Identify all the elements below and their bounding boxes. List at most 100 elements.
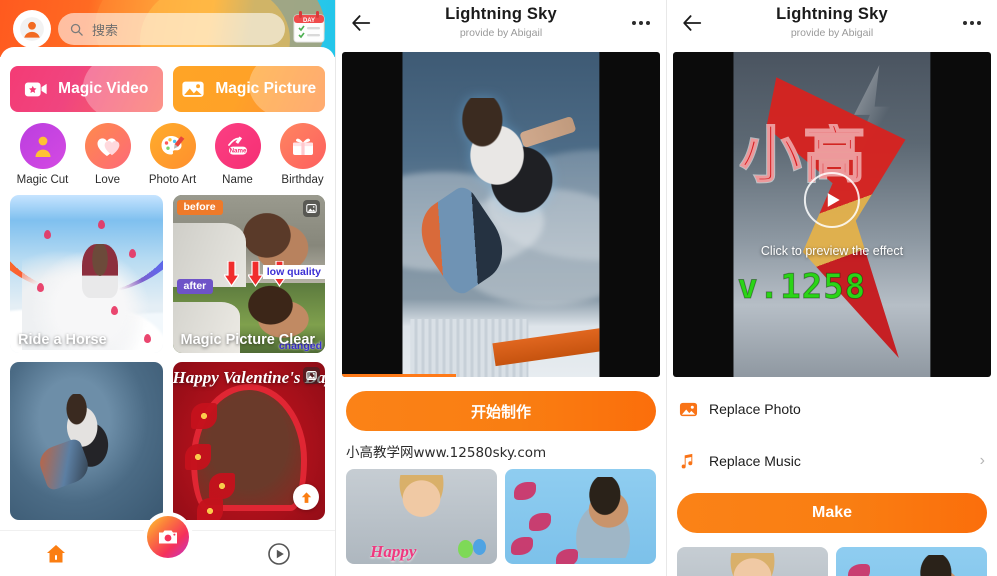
- page-title: Lightning Sky: [445, 5, 557, 23]
- template-card-valentine[interactable]: Happy Valentine's Day: [172, 362, 325, 520]
- three-screen-comparison: 搜索 DAY Magic Video Magic Picture Magic C…: [0, 0, 997, 576]
- avatar[interactable]: [13, 10, 51, 48]
- back-button[interactable]: [677, 8, 707, 38]
- row-label: Replace Photo: [709, 401, 801, 417]
- play-button[interactable]: [803, 171, 860, 228]
- quick-action-name[interactable]: Name Name: [205, 123, 270, 186]
- arrow-down-icon: [224, 261, 240, 288]
- thumbnail-happy-birthday[interactable]: [677, 547, 828, 576]
- camera-fab-button[interactable]: [142, 512, 193, 562]
- birthday-circle: [279, 123, 326, 169]
- portrait-face: [385, 474, 458, 534]
- search-icon: [70, 23, 83, 36]
- play-overlay[interactable]: Click to preview the effect: [761, 171, 903, 258]
- rider-figure: [81, 243, 119, 298]
- svg-text:DAY: DAY: [303, 18, 315, 24]
- preview-green-text: v.1258: [737, 266, 867, 307]
- back-button[interactable]: [346, 8, 376, 38]
- camera-icon: [158, 530, 177, 544]
- header-round-mask: [0, 47, 335, 57]
- quick-action-label: Love: [95, 174, 120, 186]
- feature-tiles: Magic Video Magic Picture: [10, 66, 325, 112]
- badge-before: before: [176, 200, 223, 215]
- make-button[interactable]: Make: [677, 493, 987, 533]
- tile-glow-2: [249, 66, 325, 112]
- more-options-button[interactable]: [626, 12, 656, 34]
- camera-fab-inner: [146, 516, 189, 558]
- badge-after: after: [176, 278, 214, 294]
- card-artwork: before after low quality changed: [172, 195, 325, 353]
- image-icon: [182, 81, 204, 97]
- thumbnail-happy-birthday[interactable]: Happy: [346, 469, 497, 564]
- back-arrow-icon: [352, 15, 371, 31]
- quick-action-birthday[interactable]: Birthday: [270, 123, 335, 186]
- related-thumbnails: Happy: [346, 469, 656, 564]
- hearts-icon: [96, 138, 119, 156]
- portrait-figure: [556, 476, 650, 559]
- video-camera-star-icon: [25, 82, 47, 97]
- search-placeholder: 搜索: [92, 22, 119, 38]
- image-icon: [679, 400, 698, 419]
- arrow-down-icon: [248, 261, 264, 288]
- balloon-decor: [457, 540, 473, 559]
- video-frame: [402, 52, 600, 377]
- template-card-skater[interactable]: [10, 362, 163, 520]
- quick-action-label: Photo Art: [148, 174, 197, 186]
- portrait-face: [716, 552, 789, 576]
- template-card-ride-a-horse[interactable]: Ride a Horse: [10, 195, 163, 353]
- effect-preview-stage[interactable]: 小高 v.1258 Click to preview the effect: [673, 52, 991, 377]
- search-input[interactable]: 搜索: [58, 13, 285, 45]
- thumbnail-rose-portrait[interactable]: [505, 469, 656, 564]
- tab-videos[interactable]: [249, 531, 309, 576]
- name-circle: Name: [214, 123, 261, 169]
- palette-brush-icon: [161, 136, 184, 155]
- site-watermark-text: 小高教学网www.12580sky.com: [346, 445, 547, 461]
- magic-video-tile[interactable]: Magic Video: [10, 66, 163, 112]
- play-circle-icon: [268, 542, 290, 565]
- scroll-to-top-button[interactable]: [293, 484, 319, 510]
- page-title: Lightning Sky: [776, 5, 888, 23]
- thumbnail-caption: Happy: [370, 542, 417, 562]
- chevron-right-icon: ›: [979, 452, 985, 469]
- tab-home[interactable]: [26, 531, 86, 576]
- magic-cut-circle: [19, 123, 66, 169]
- page-subtitle: provide by Abigail: [459, 27, 543, 39]
- card-title: Magic Picture Clear: [180, 332, 316, 348]
- start-make-button[interactable]: 开始制作: [346, 391, 656, 431]
- options-list: 小高 Replace Photo Replace Music ›: [667, 377, 997, 481]
- template-card-magic-picture-clear[interactable]: before after low quality changed Magic P…: [172, 195, 325, 353]
- more-options-button[interactable]: [957, 12, 987, 34]
- love-circle: [84, 123, 131, 169]
- more-dots-icon: [632, 21, 636, 25]
- quick-action-magic-cut[interactable]: Magic Cut: [10, 123, 75, 186]
- quick-action-label: Magic Cut: [16, 174, 69, 186]
- template-grid-row-2: Happy Valentine's Day: [10, 362, 325, 520]
- home-screen: 搜索 DAY Magic Video Magic Picture Magic C…: [0, 0, 335, 576]
- portrait-figure: [887, 554, 981, 576]
- row-label: Replace Music: [709, 453, 801, 469]
- gift-icon: [292, 138, 313, 155]
- play-triangle-icon: [827, 192, 840, 207]
- page-subtitle: provide by Abigail: [790, 27, 874, 39]
- home-icon: [46, 544, 65, 562]
- music-note-icon: [679, 452, 698, 471]
- video-preview-stage[interactable]: [342, 52, 660, 377]
- related-thumbnails: [677, 547, 987, 576]
- svg-text:Name: Name: [229, 148, 246, 155]
- thumbnail-rose-portrait[interactable]: [836, 547, 987, 576]
- quick-actions-row: Magic Cut Love Photo Art Name Name Birth…: [10, 123, 326, 186]
- home-content: Magic Video Magic Picture Magic Cut Love…: [0, 57, 335, 520]
- quick-action-photo-art[interactable]: Photo Art: [140, 123, 205, 186]
- row-replace-photo[interactable]: Replace Photo: [667, 389, 997, 429]
- row-replace-music[interactable]: Replace Music ›: [667, 441, 997, 481]
- name-pen-icon: Name: [227, 136, 247, 155]
- detail-screen-right: Lightning Sky provide by Abigail 小高 v.12…: [666, 0, 997, 576]
- video-progress-bar[interactable]: [342, 374, 457, 377]
- back-arrow-icon: [683, 15, 702, 31]
- quick-action-love[interactable]: Love: [75, 123, 140, 186]
- image-badge-icon: [303, 367, 320, 384]
- magic-picture-tile[interactable]: Magic Picture: [172, 66, 325, 112]
- tile-glow: [82, 66, 163, 112]
- calendar-icon[interactable]: DAY: [291, 9, 327, 47]
- balloon-decor-2: [473, 538, 487, 555]
